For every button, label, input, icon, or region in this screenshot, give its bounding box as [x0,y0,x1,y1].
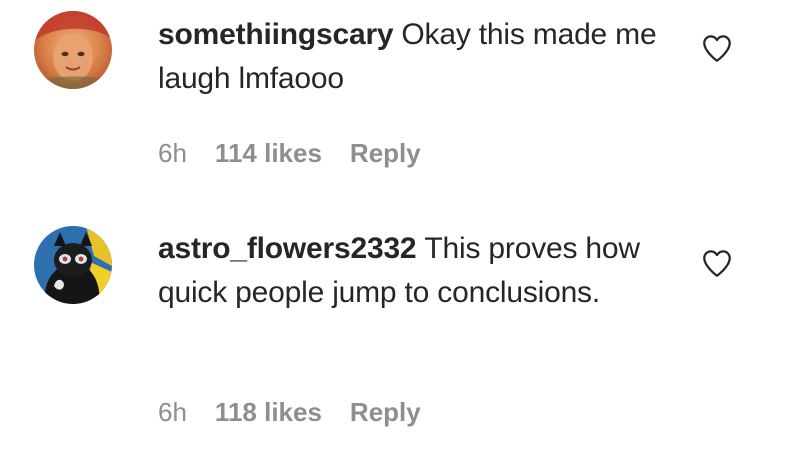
comment-username[interactable]: somethiingscary [158,18,394,51]
comment-username[interactable]: astro_flowers2332 [158,232,417,265]
heart-outline-icon [703,250,731,277]
avatar[interactable] [34,226,112,304]
heart-outline-icon [703,35,731,62]
user-avatar-icon [34,226,112,304]
comment-meta: 6h 118 likes Reply [158,392,421,432]
comment-body: astro_flowers2332 This proves how quick p… [158,227,668,315]
comment-meta: 6h 114 likes Reply [158,133,421,173]
comment-item: astro_flowers2332 This proves how quick p… [0,215,800,450]
reply-button[interactable]: Reply [350,138,421,169]
comment-timestamp[interactable]: 6h [158,138,187,169]
avatar[interactable] [34,11,112,89]
user-avatar-icon [34,11,112,89]
reply-button[interactable]: Reply [350,397,421,428]
comment-body: somethiingscary Okay this made me laugh l… [158,13,668,101]
comment-item: somethiingscary Okay this made me laugh l… [0,0,800,200]
comment-likes[interactable]: 118 likes [215,397,322,428]
comment-timestamp[interactable]: 6h [158,397,187,428]
like-button[interactable] [700,246,734,280]
like-button[interactable] [700,31,734,65]
comment-likes[interactable]: 114 likes [215,138,322,169]
